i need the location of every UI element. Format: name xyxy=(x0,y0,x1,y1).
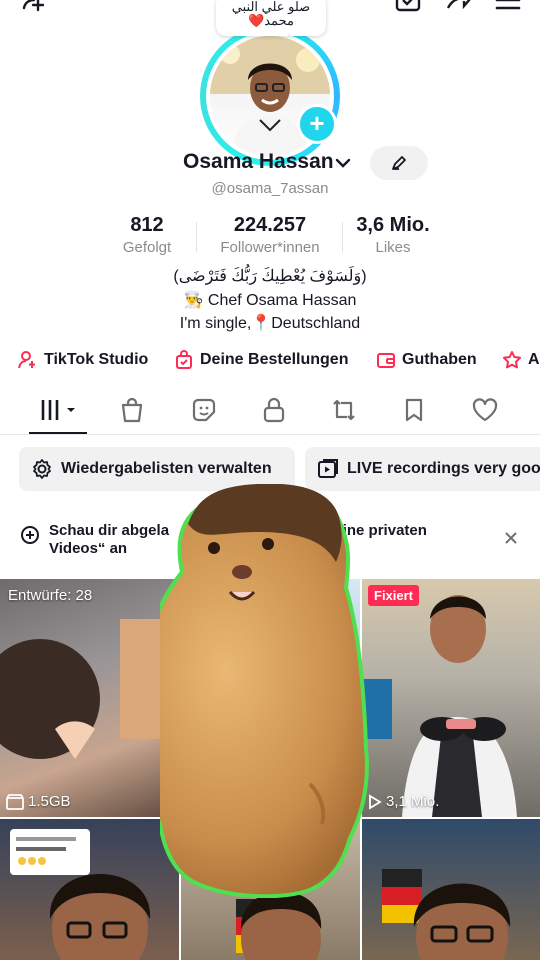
bio-line-3-location: Deutschland xyxy=(271,315,361,332)
storage-box-icon xyxy=(6,793,24,810)
video-thumbnail[interactable] xyxy=(0,819,179,960)
pinned-thumbnail-art xyxy=(362,595,517,817)
avatar-story-ring[interactable] xyxy=(200,26,340,166)
stat-likes[interactable]: 3,6 Mio. Likes xyxy=(348,214,438,256)
pencil-icon xyxy=(392,156,406,170)
close-icon[interactable] xyxy=(503,530,519,546)
quick-link-more[interactable]: Al xyxy=(502,350,540,370)
tab-repost-icon[interactable] xyxy=(330,396,358,424)
pinned-video-thumbnail[interactable]: Fixiert 3,1 Mio. xyxy=(362,579,540,817)
quick-link-balance[interactable]: Guthaben xyxy=(376,350,477,370)
draft-thumbnail-art xyxy=(0,619,179,759)
menu-icon[interactable] xyxy=(494,0,522,14)
creator-icon xyxy=(18,351,35,369)
edit-profile-button[interactable] xyxy=(370,146,428,180)
heart-icon: ❤️ xyxy=(248,13,265,28)
note-line-1: صلو علي النبي xyxy=(231,0,311,14)
tab-shop-icon[interactable] xyxy=(118,396,146,424)
view-count: 3,1 Mio. xyxy=(368,793,439,810)
add-friend-icon[interactable] xyxy=(20,0,48,14)
stat-divider xyxy=(196,222,197,252)
note-line-2: ❤️محمد xyxy=(216,14,326,28)
profile-handle: @osama_7assan xyxy=(211,180,329,197)
tabs-divider xyxy=(0,434,540,435)
manage-playlists-label: Wiedergabelisten verwalten xyxy=(61,460,272,477)
draft-size: 1.5GB xyxy=(6,793,71,810)
quick-link-label: Al xyxy=(528,351,540,368)
bio-line-3: I'm single,📍Deutschland xyxy=(0,313,540,333)
play-window-icon xyxy=(318,459,338,478)
notice-line-1-start: Schau dir abgela xyxy=(49,522,170,539)
video-thumbnail[interactable] xyxy=(362,819,540,960)
stat-followers-label: Follower*innen xyxy=(220,239,320,256)
bio-line-quote: (وَلَسَوْفَ يُعْطِيكَ رَبُّكَ فَتَرْضَى) xyxy=(173,268,367,285)
tab-liked-heart-icon[interactable] xyxy=(471,396,499,424)
quick-link-label: Deine Bestellungen xyxy=(200,351,349,368)
add-circle-icon xyxy=(21,526,39,544)
bio-line-2: 👨‍🍳 Chef Osama Hassan xyxy=(0,290,540,310)
stat-likes-label: Likes xyxy=(375,239,411,256)
stat-following-value: 812 xyxy=(130,214,164,236)
bio-line-3-text: I'm single, xyxy=(179,315,252,332)
calendar-icon[interactable] xyxy=(394,0,422,14)
bio-line-2-text: Chef Osama Hassan xyxy=(207,292,357,309)
note-bubble[interactable]: صلو علي النبي ❤️محمد xyxy=(216,0,326,36)
draft-video-thumbnail[interactable]: Entwürfe: 28 1.5GB xyxy=(0,579,179,817)
stat-divider xyxy=(342,222,343,252)
quick-link-tiktok-studio[interactable]: TikTok Studio xyxy=(18,350,148,370)
view-count-text: 3,1 Mio. xyxy=(386,793,440,810)
thumbnail-art xyxy=(382,869,511,960)
draft-size-text: 1.5GB xyxy=(28,793,71,810)
share-icon[interactable] xyxy=(444,0,472,14)
add-story-button[interactable]: + xyxy=(297,104,337,144)
stat-followers-value: 224.257 xyxy=(233,214,307,236)
stat-following-label: Gefolgt xyxy=(122,239,172,256)
quick-link-orders[interactable]: Deine Bestellungen xyxy=(174,350,348,370)
wallet-icon xyxy=(377,353,395,368)
tab-sticker-icon[interactable] xyxy=(190,396,218,424)
settings-gear-icon xyxy=(33,459,51,479)
pin-icon: 📍 xyxy=(251,315,272,332)
stat-likes-value: 3,6 Mio. xyxy=(356,214,430,236)
drafts-count: Entwürfe: 28 xyxy=(8,587,93,604)
chevron-down-icon[interactable] xyxy=(334,154,352,172)
tab-videos-grid-icon[interactable] xyxy=(40,396,80,424)
stat-following[interactable]: 812 Gefolgt xyxy=(110,214,184,256)
tab-private-lock-icon[interactable] xyxy=(260,396,288,424)
shopping-bag-icon xyxy=(176,350,192,369)
chef-emoji-icon: 👨‍🍳 xyxy=(183,292,204,309)
profile-name: Osama Hassan xyxy=(183,150,334,173)
tab-bookmark-icon[interactable] xyxy=(400,396,428,424)
hamster-sticker xyxy=(160,484,369,898)
live-recordings-label: LIVE recordings very goo xyxy=(347,460,540,477)
note-line-2-text: محمد xyxy=(264,13,294,28)
stat-followers[interactable]: 224.257 Follower*innen xyxy=(206,214,334,256)
quick-link-label: TikTok Studio xyxy=(44,351,149,368)
quick-link-label: Guthaben xyxy=(402,351,477,368)
sparkle-star-icon xyxy=(503,351,521,369)
thumbnail-art xyxy=(10,829,151,960)
